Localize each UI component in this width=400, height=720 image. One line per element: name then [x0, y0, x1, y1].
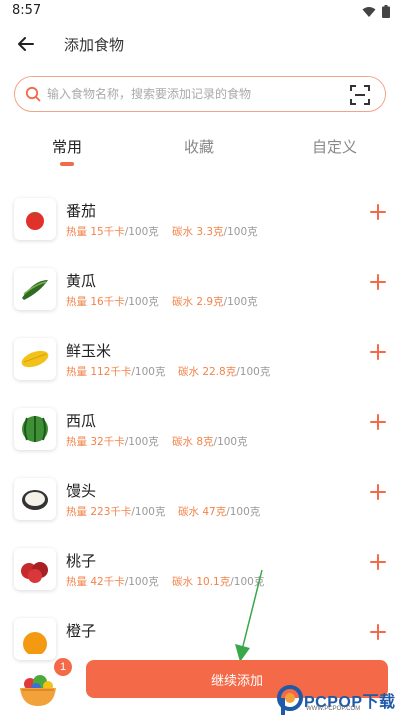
food-name: 西瓜	[66, 412, 97, 430]
watermark: PCPOP下载 WWW.PCPOP.COM	[276, 684, 400, 718]
status-icons	[362, 5, 390, 18]
search-input[interactable]	[47, 84, 337, 104]
food-row-corn[interactable]: 鲜玉米 热量 112千卡/100克 碳水 22.8克/100克	[0, 330, 400, 400]
status-time: 8:57	[12, 3, 42, 18]
add-button[interactable]	[370, 414, 386, 430]
tab-active-indicator	[60, 162, 74, 166]
add-button[interactable]	[370, 624, 386, 640]
food-row-steamed-bun[interactable]: 馒头 热量 223千卡/100克 碳水 47克/100克	[0, 470, 400, 540]
food-name: 番茄	[66, 202, 97, 220]
food-calorie: 热量 32千卡/100克	[66, 436, 159, 448]
food-carb: 碳水 47克/100克	[178, 506, 261, 518]
food-name: 桃子	[66, 552, 97, 570]
food-row-tomato[interactable]: 番茄 热量 15千卡/100克 碳水 3.3克/100克	[0, 190, 400, 260]
food-carb: 碳水 3.3克/100克	[172, 226, 258, 238]
steamed-bun-icon	[14, 478, 56, 520]
tab-bar: 常用 收藏 自定义	[0, 128, 400, 172]
orange-icon	[14, 618, 56, 660]
food-name: 鲜玉米	[66, 342, 112, 360]
food-carb: 碳水 22.8克/100克	[178, 366, 271, 378]
add-button[interactable]	[370, 204, 386, 220]
cucumber-icon	[14, 268, 56, 310]
food-calorie: 热量 16千卡/100克	[66, 296, 159, 308]
back-button[interactable]	[14, 32, 38, 56]
food-calorie: 热量 42千卡/100克	[66, 576, 159, 588]
salad-bowl-icon	[20, 675, 56, 706]
peach-icon	[14, 548, 56, 590]
status-bar: 8:57	[0, 0, 400, 24]
watermark-logo-icon	[277, 685, 303, 715]
food-name: 橙子	[66, 622, 97, 640]
add-button[interactable]	[370, 554, 386, 570]
guide-arrow-icon	[235, 569, 263, 662]
food-carb: 碳水 8克/100克	[172, 436, 248, 448]
tomato-icon	[14, 198, 56, 240]
search-bar	[14, 76, 386, 112]
food-calorie: 热量 15千卡/100克	[66, 226, 159, 238]
food-calorie: 热量 112千卡/100克	[66, 366, 166, 378]
food-row-peach[interactable]: 桃子 热量 42千卡/100克 碳水 10.1克/100克	[0, 540, 400, 610]
battery-icon	[382, 5, 390, 18]
add-button[interactable]	[370, 344, 386, 360]
food-carb: 碳水 2.9克/100克	[172, 296, 258, 308]
cart-button[interactable]	[16, 666, 60, 710]
corn-icon	[14, 338, 56, 380]
watermelon-icon	[14, 408, 56, 450]
tab-custom[interactable]: 自定义	[312, 136, 357, 157]
scan-icon[interactable]	[349, 84, 371, 106]
wifi-icon	[362, 6, 376, 17]
header: 添加食物	[0, 24, 400, 64]
food-name: 馒头	[66, 482, 97, 500]
food-row-watermelon[interactable]: 西瓜 热量 32千卡/100克 碳水 8克/100克	[0, 400, 400, 470]
food-calorie: 热量 223千卡/100克	[66, 506, 166, 518]
back-arrow-icon	[18, 37, 34, 51]
page-title: 添加食物	[64, 36, 125, 54]
food-row-cucumber[interactable]: 黄瓜 热量 16千卡/100克 碳水 2.9克/100克	[0, 260, 400, 330]
search-icon	[25, 86, 41, 102]
watermark-subtitle: WWW.PCPOP.COM	[306, 706, 361, 712]
tab-favorites[interactable]: 收藏	[184, 136, 214, 157]
add-button[interactable]	[370, 484, 386, 500]
cart-badge: 1	[54, 658, 72, 676]
food-name: 黄瓜	[66, 272, 97, 290]
add-button[interactable]	[370, 274, 386, 290]
tab-common[interactable]: 常用	[52, 136, 82, 157]
